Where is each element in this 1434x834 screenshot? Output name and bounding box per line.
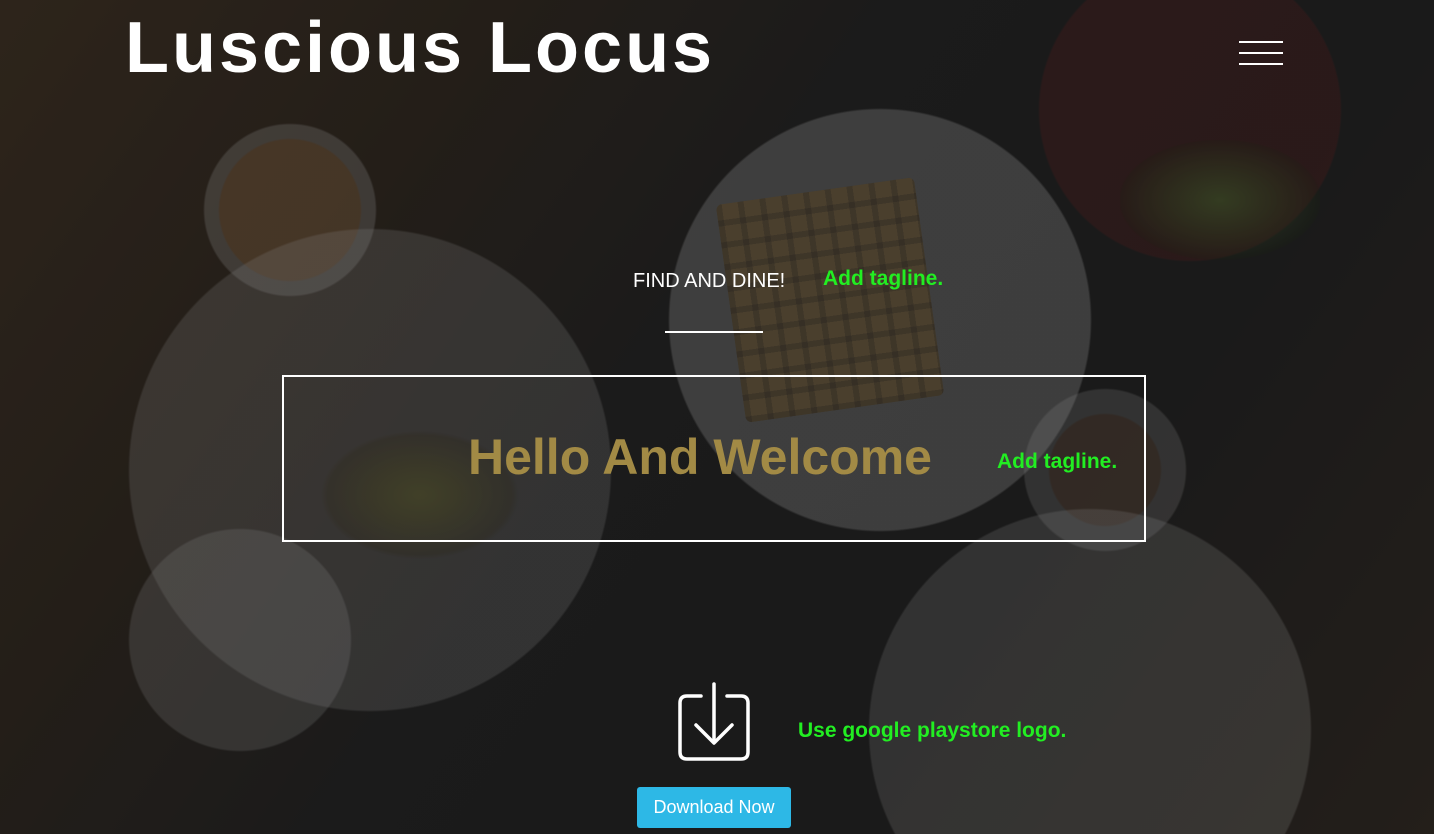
hamburger-menu-icon[interactable] <box>1236 36 1284 70</box>
menu-line <box>1239 52 1283 54</box>
playstore-logo-note: Use google playstore logo. <box>798 719 1067 742</box>
menu-line <box>1239 41 1283 43</box>
welcome-heading: Hello And Welcome <box>468 429 932 485</box>
download-now-button[interactable]: Download Now <box>637 787 791 828</box>
hero-subtitle: FIND AND DINE! <box>633 270 786 292</box>
site-title[interactable]: Luscious Locus <box>125 12 715 84</box>
download-icon[interactable] <box>677 682 751 762</box>
welcome-tagline-note: Add tagline. <box>997 450 1118 473</box>
menu-line <box>1239 63 1283 65</box>
tagline-placeholder-note: Add tagline. <box>823 267 944 290</box>
hero-divider <box>665 331 763 333</box>
